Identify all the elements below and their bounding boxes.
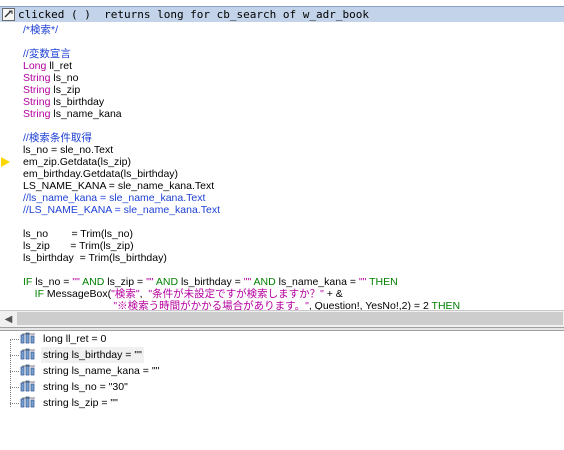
tree-connector (10, 355, 19, 356)
code-token: String (23, 96, 51, 108)
code-token: ls_no = (32, 276, 73, 288)
code-token: + & (323, 288, 343, 300)
code-token: ls_no = sle_no.Text (23, 144, 114, 156)
code-token: String (23, 72, 51, 84)
code-token: AND (251, 276, 276, 288)
code-token: //変数宣言 (23, 48, 71, 60)
editor-gutter[interactable] (0, 22, 22, 310)
code-token: Long (23, 60, 47, 72)
code-token: IF (23, 288, 44, 300)
horizontal-scrollbar[interactable]: ◀ (0, 310, 564, 327)
code-line[interactable]: String ls_birthday (23, 96, 104, 108)
code-line[interactable]: IF ls_no = "" AND ls_zip = "" AND ls_bir… (23, 276, 398, 288)
code-token: AND (79, 276, 105, 288)
code-token: ls_name_kana = (275, 276, 359, 288)
code-token: //ls_name_kana = sle_name_kana.Text (23, 192, 206, 204)
code-line[interactable]: //変数宣言 (23, 48, 71, 60)
tree-connector (10, 339, 19, 340)
scrollbar-thumb[interactable] (17, 312, 563, 325)
variable-icon (20, 396, 38, 409)
code-token: THEN (431, 300, 461, 310)
code-line[interactable]: Long ll_ret (23, 60, 72, 72)
tree-connector (10, 339, 11, 407)
code-token: IF (23, 276, 33, 288)
code-token: ls_birthday = Trim(ls_birthday) (23, 252, 167, 264)
code-line[interactable]: ls_no = sle_no.Text (23, 144, 113, 156)
variable-label: string ls_name_kana = "" (43, 365, 160, 377)
script-icon (2, 8, 15, 21)
code-token: LS_NAME_KANA = sle_name_kana.Text (23, 180, 215, 192)
code-line[interactable]: ls_zip = Trim(ls_zip) (23, 240, 134, 252)
code-token: THEN (366, 276, 398, 288)
code-token: "検索" (111, 288, 140, 300)
code-line[interactable]: /*検索*/ (23, 24, 58, 36)
variable-label: string ls_birthday = "" (41, 347, 144, 363)
script-title: clicked ( ) returns long for cb_search o… (18, 8, 369, 21)
tree-connector (10, 403, 19, 404)
variable-label: long ll_ret = 0 (43, 333, 107, 345)
tree-connector (10, 387, 19, 388)
code-token: ls_zip = Trim(ls_zip) (23, 240, 134, 252)
tree-connector (10, 371, 19, 372)
variable-label: string ls_no = "30" (43, 381, 128, 393)
variable-icon (20, 332, 38, 345)
code-line[interactable]: //検索条件取得 (23, 132, 92, 144)
script-title-bar: clicked ( ) returns long for cb_search o… (0, 6, 564, 22)
scroll-left-arrow-icon[interactable]: ◀ (0, 311, 17, 327)
code-line[interactable]: ls_birthday = Trim(ls_birthday) (23, 252, 167, 264)
code-token: String (23, 108, 51, 120)
code-line[interactable]: em_birthday.Getdata(ls_birthday) (23, 168, 178, 180)
code-token: ls_birthday (50, 96, 105, 108)
code-token: ls_no = Trim(ls_no) (23, 228, 133, 240)
code-token: ls_zip = (104, 276, 147, 288)
code-line[interactable]: //LS_NAME_KANA = sle_name_kana.Text (23, 204, 220, 216)
code-token: MessageBox( (44, 288, 112, 300)
code-line[interactable]: ls_no = Trim(ls_no) (23, 228, 133, 240)
code-token: ll_ret (46, 60, 73, 72)
variables-tree: long ll_ret = 0 string ls_birthday = "" st… (0, 331, 564, 450)
code-line[interactable]: //ls_name_kana = sle_name_kana.Text (23, 192, 205, 204)
code-line[interactable]: String ls_name_kana (23, 108, 122, 120)
code-line[interactable]: IF MessageBox("検索", "条件が未設定ですが検索しますか？" +… (23, 288, 343, 300)
code-token: "※検索う時間がかかる場合があります。" (23, 300, 309, 310)
code-token: AND (153, 276, 179, 288)
current-line-arrow-icon (1, 157, 10, 167)
code-line[interactable]: "※検索う時間がかかる場合があります。", Question!, YesNo!,… (23, 300, 460, 310)
code-token: "" (72, 276, 80, 288)
code-token: //LS_NAME_KANA = sle_name_kana.Text (23, 204, 220, 216)
code-token: "条件が未設定ですが検索しますか？" (148, 288, 324, 300)
variable-icon (20, 380, 38, 393)
code-token: "" (146, 276, 154, 288)
code-token: /*検索*/ (23, 24, 59, 36)
code-line[interactable]: String ls_zip (23, 84, 80, 96)
code-token: , Question!, YesNo!,2) = 2 (308, 300, 432, 310)
code-line[interactable]: em_zip.Getdata(ls_zip) (23, 156, 131, 168)
code-token: ls_name_kana (50, 108, 122, 120)
code-token: //検索条件取得 (23, 132, 92, 144)
code-line[interactable]: String ls_no (23, 72, 78, 84)
code-editor[interactable]: /*検索*///変数宣言 Long ll_ret String ls_no Strin… (0, 22, 564, 310)
code-token: ls_no (50, 72, 79, 84)
code-token: ls_zip (50, 84, 81, 96)
variable-icon (20, 348, 38, 361)
variable-icon (20, 364, 38, 377)
code-token: ls_birthday = (178, 276, 244, 288)
variable-label: string ls_zip = "" (43, 397, 118, 409)
code-token: em_zip.Getdata(ls_zip) (23, 156, 131, 168)
code-line[interactable]: LS_NAME_KANA = sle_name_kana.Text (23, 180, 214, 192)
code-token: String (23, 84, 51, 96)
code-token: em_birthday.Getdata(ls_birthday) (23, 168, 179, 180)
